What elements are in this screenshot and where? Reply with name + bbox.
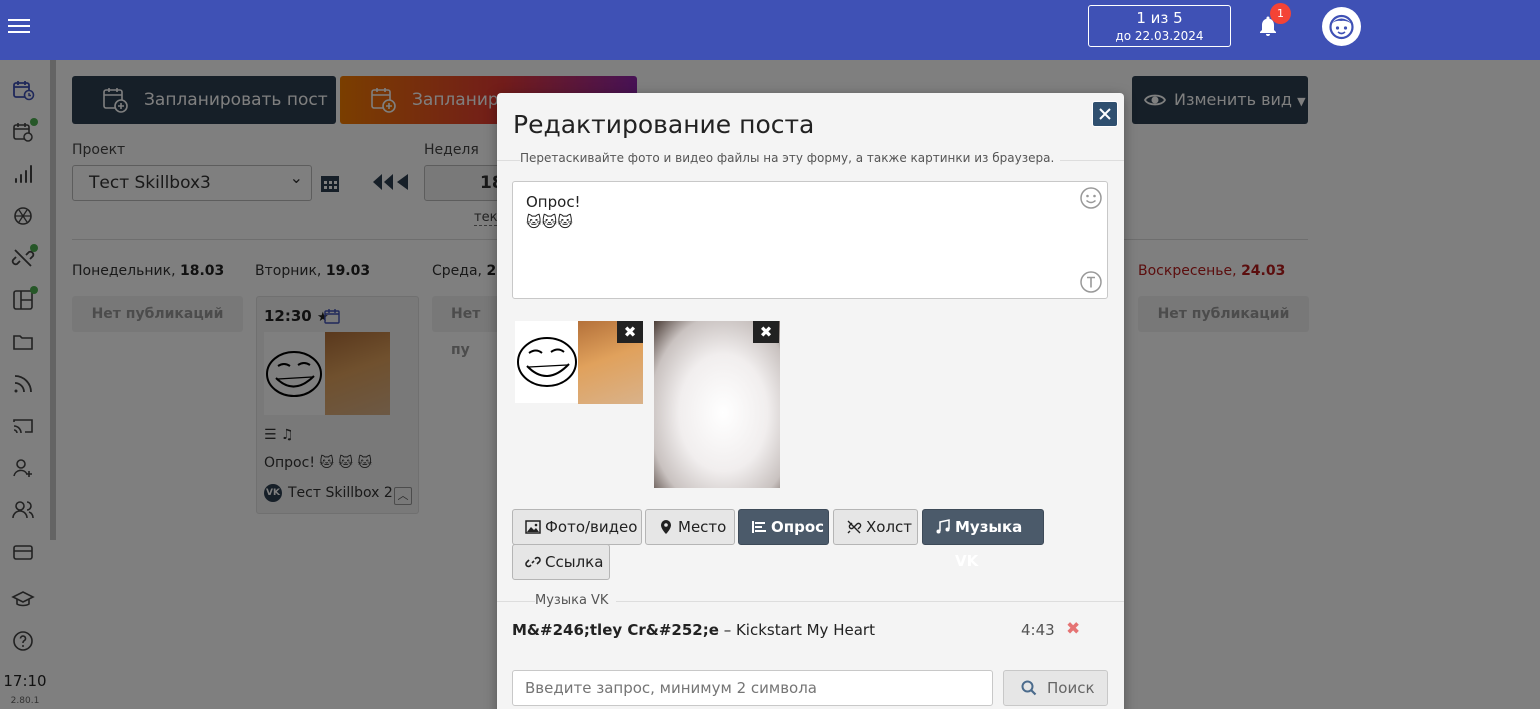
modal-title: Редактирование поста (513, 110, 815, 139)
remove-track-icon[interactable]: ✖ (1066, 619, 1080, 639)
poll-label: Опрос (771, 518, 825, 536)
search-icon (1021, 680, 1037, 696)
edit-post-modal: Редактирование поста Перетаскивайте фото… (497, 93, 1124, 709)
photo-video-label: Фото/видео (545, 518, 638, 536)
troll-face-image (515, 321, 579, 403)
vk-music-button[interactable]: Музыка VK (922, 509, 1044, 570)
photo-video-button[interactable]: Фото/видео (512, 509, 642, 545)
avatar[interactable] (1322, 7, 1361, 46)
canvas-label: Холст (866, 518, 913, 536)
post-text-editor[interactable]: Опрос! 🐱🐱🐱 (512, 181, 1108, 299)
music-icon (936, 519, 950, 534)
link-button[interactable]: Ссылка (512, 544, 610, 580)
close-icon (1099, 108, 1111, 120)
tariff-count: 1 из 5 (1136, 9, 1183, 27)
white-cat-image (654, 321, 780, 488)
music-section-title: Музыка VK (535, 593, 617, 608)
text-format-icon[interactable] (1079, 270, 1103, 294)
track-duration: 4:43 (1021, 621, 1055, 639)
poll-button[interactable]: Опрос (738, 509, 829, 545)
emoji-icon[interactable] (1079, 186, 1103, 210)
post-text-line: Опрос! (526, 193, 581, 211)
remove-image-button[interactable]: ✖ (753, 321, 779, 343)
drop-hint: Перетаскивайте фото и видео файлы на эту… (520, 151, 1061, 165)
menu-icon[interactable] (8, 16, 30, 38)
search-label: Поиск (1047, 679, 1095, 697)
close-button[interactable] (1092, 101, 1118, 127)
image-icon (525, 520, 541, 534)
map-pin-icon (661, 520, 671, 534)
top-bar: 1 из 5 до 22.03.2024 1 (0, 0, 1540, 60)
track-title: Kickstart My Heart (735, 621, 875, 639)
notification-badge: 1 (1270, 3, 1291, 24)
search-button[interactable]: Поиск (1003, 670, 1108, 706)
track-artist: M&#246;tley Cr&#252;e (512, 621, 719, 639)
remove-image-button[interactable]: ✖ (617, 321, 643, 343)
poll-icon (752, 521, 766, 533)
place-button[interactable]: Место (645, 509, 735, 545)
canvas-button[interactable]: Холст (833, 509, 918, 545)
music-search-input[interactable] (512, 670, 993, 706)
tariff-button[interactable]: 1 из 5 до 22.03.2024 (1088, 5, 1231, 47)
canvas-icon (847, 520, 862, 534)
tariff-expiry: до 22.03.2024 (1115, 29, 1204, 43)
link-icon (525, 556, 541, 568)
vk-music-label: Музыка VK (955, 518, 1023, 570)
post-text-line: 🐱🐱🐱 (526, 213, 573, 231)
music-track: M&#246;tley Cr&#252;e – Kickstart My Hea… (512, 621, 875, 639)
link-label: Ссылка (545, 553, 604, 571)
place-label: Место (678, 518, 727, 536)
